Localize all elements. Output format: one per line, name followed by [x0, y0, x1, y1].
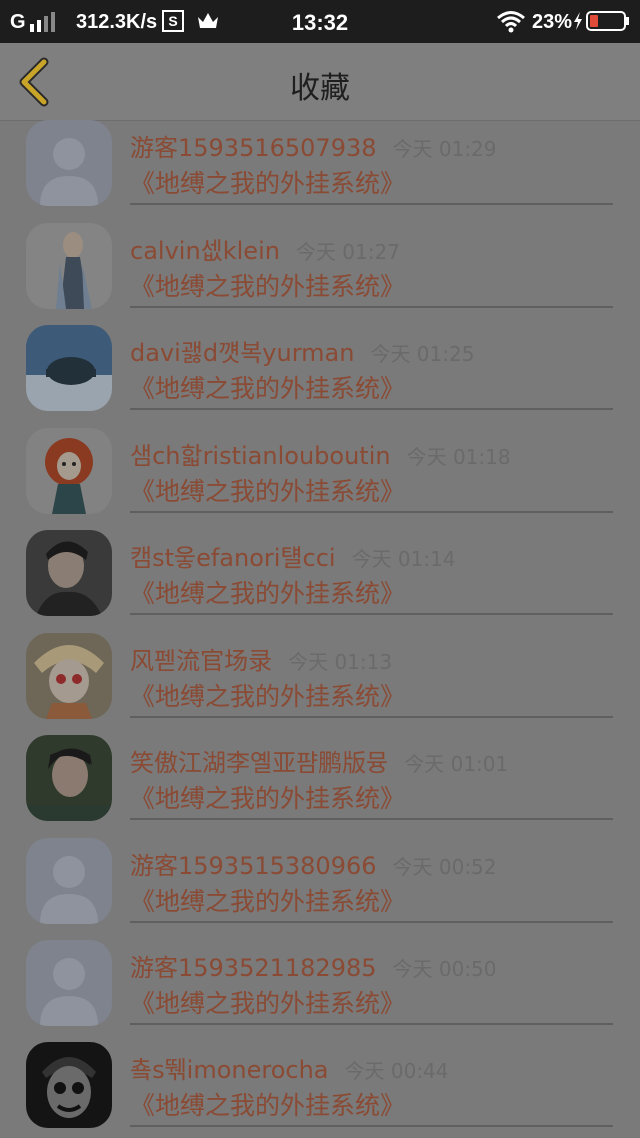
user-photo-man: [26, 223, 112, 309]
book-title[interactable]: 《地缚之我的外挂系统》: [130, 267, 405, 303]
user-photo-clown: [26, 1042, 112, 1128]
default-avatar-icon: [26, 940, 112, 1026]
favorites-list: 游客1593516507938 今天 01:29 《地缚之我的外挂系统》 calv…: [0, 120, 640, 1138]
favorite-time: 今天 01:01: [404, 752, 509, 776]
list-item[interactable]: 캠st웋efanori턜cci 今天 01:14 《地缚之我的外挂系统》: [0, 530, 640, 633]
favorite-time: 今天 01:27: [295, 240, 400, 264]
divider: [130, 408, 613, 410]
user-name[interactable]: 游客1593516507938: [130, 134, 377, 162]
user-name[interactable]: 笑傲江湖李옐亚퍔鹏版뮹: [130, 749, 388, 777]
list-item[interactable]: 风펟流官场录 今天 01:13 《地缚之我的外挂系统》: [0, 633, 640, 736]
divider: [130, 203, 613, 205]
user-name[interactable]: 춐s뛖imonerocha: [130, 1056, 329, 1084]
list-item[interactable]: davi괧d꺳복yurman 今天 01:25 《地缚之我的外挂系统》: [0, 325, 640, 428]
book-title[interactable]: 《地缚之我的外挂系统》: [130, 677, 405, 713]
list-item[interactable]: 游客1593515380966 今天 00:52 《地缚之我的外挂系统》: [0, 838, 640, 941]
favorite-time: 今天 01:18: [406, 445, 511, 469]
user-photo-redhead-cartoon: [26, 428, 112, 514]
list-item[interactable]: 游客1593521182985 今天 00:50 《地缚之我的外挂系统》: [0, 940, 640, 1043]
book-title[interactable]: 《地缚之我的外挂系统》: [130, 574, 405, 610]
divider: [130, 1023, 613, 1025]
favorite-time: 今天 00:52: [392, 855, 497, 879]
battery-percent: 23%: [532, 11, 573, 33]
user-name[interactable]: 风펟流官场录: [130, 647, 272, 675]
user-name[interactable]: calvin셊klein: [130, 237, 280, 265]
list-item[interactable]: 춐s뛖imonerocha 今天 00:44 《地缚之我的外挂系统》: [0, 1042, 640, 1138]
charging-icon: [574, 12, 582, 30]
user-name[interactable]: 游客1593521182985: [130, 954, 377, 982]
user-photo-snow-trees: [26, 325, 112, 411]
user-photo-boy: [26, 530, 112, 616]
list-item[interactable]: calvin셊klein 今天 01:27 《地缚之我的外挂系统》: [0, 223, 640, 326]
list-item[interactable]: 샘ch핣ristianlouboutin 今天 01:18 《地缚之我的外挂系统》: [0, 428, 640, 531]
book-title[interactable]: 《地缚之我的外挂系统》: [130, 779, 405, 815]
book-title[interactable]: 《地缚之我的外挂系统》: [130, 369, 405, 405]
divider: [130, 511, 613, 513]
user-name[interactable]: 游客1593515380966: [130, 852, 377, 880]
book-title[interactable]: 《地缚之我的外挂系统》: [130, 984, 405, 1020]
book-title[interactable]: 《地缚之我的外挂系统》: [130, 164, 405, 200]
list-item[interactable]: 游客1593516507938 今天 01:29 《地缚之我的外挂系统》: [0, 120, 640, 223]
book-title[interactable]: 《地缚之我的外挂系统》: [130, 1086, 405, 1122]
user-photo-anime-girl: [26, 633, 112, 719]
user-photo-young-man: [26, 735, 112, 821]
default-avatar-icon: [26, 838, 112, 924]
divider: [130, 306, 613, 308]
status-bar: G 312.3K/s S 13:32 23%: [0, 0, 640, 43]
list-item[interactable]: 笑傲江湖李옐亚퍔鹏版뮹 今天 01:01 《地缚之我的外挂系统》: [0, 735, 640, 838]
page-title: 收藏: [290, 71, 350, 106]
divider: [130, 921, 613, 923]
user-name[interactable]: 캠st웋efanori턜cci: [130, 544, 336, 572]
favorite-time: 今天 00:44: [344, 1059, 449, 1083]
divider: [130, 716, 613, 718]
app-bar: 收藏: [0, 43, 640, 121]
divider: [130, 613, 613, 615]
favorite-time: 今天 01:13: [288, 650, 393, 674]
divider: [130, 818, 613, 820]
book-title[interactable]: 《地缚之我的外挂系统》: [130, 882, 405, 918]
favorite-time: 今天 01:29: [392, 137, 497, 161]
favorite-time: 今天 01:14: [351, 547, 456, 571]
wifi-icon: [497, 11, 525, 33]
user-name[interactable]: 샘ch핣ristianlouboutin: [130, 442, 391, 470]
default-avatar-icon: [26, 120, 112, 206]
book-title[interactable]: 《地缚之我的外挂系统》: [130, 472, 405, 508]
divider: [130, 1125, 613, 1127]
battery-icon: [586, 11, 629, 31]
favorite-time: 今天 01:25: [370, 342, 475, 366]
favorite-time: 今天 00:50: [392, 957, 497, 981]
user-name[interactable]: davi괧d꺳복yurman: [130, 339, 354, 367]
